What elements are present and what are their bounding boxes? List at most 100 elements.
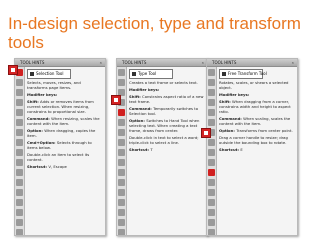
- toolbox-tool-icon[interactable]: [208, 209, 215, 216]
- toolbox-tool-icon[interactable]: [208, 189, 215, 196]
- modifier-label: Option:: [219, 128, 237, 133]
- toolbox-tool-icon[interactable]: [118, 209, 125, 216]
- toolbox-tool-icon[interactable]: [208, 99, 215, 106]
- modifier-label: Shortcut:: [219, 147, 241, 152]
- toolbox-tool-icon[interactable]: [16, 89, 23, 96]
- description-text: Double-click an item to select its conte…: [27, 152, 90, 162]
- toolbox-tool-icon[interactable]: [118, 229, 125, 235]
- modifier-label: Modifier keys:: [219, 92, 250, 97]
- tool-name: Free Transform Tool: [228, 71, 267, 76]
- type-tool-hints-panel: TOOL HINTS × Type Tool Creates a text fr…: [116, 58, 208, 236]
- description-paragraph: Drag a corner handle to resize; drag out…: [219, 135, 294, 145]
- toolbox-tool-icon[interactable]: [118, 109, 125, 116]
- toolbox-tool-icon[interactable]: [208, 69, 215, 76]
- toolbox-tool-icon[interactable]: [16, 99, 23, 106]
- free-transform-tool-hints-panel: TOOL HINTS × Free Transform Tool Rotates…: [206, 58, 298, 236]
- toolbox-tool-icon[interactable]: [16, 129, 23, 136]
- description-text: V, Escape: [48, 164, 67, 169]
- toolbox-tool-icon[interactable]: [16, 209, 23, 216]
- modifier-label: Modifier keys:: [129, 87, 160, 92]
- toolbox-tool-icon[interactable]: [118, 169, 125, 176]
- toolbox-tool-icon[interactable]: [118, 139, 125, 146]
- toolbox-tool-icon[interactable]: [118, 69, 125, 76]
- tool-name-box: Selection Tool: [27, 69, 71, 79]
- toolbox-tool-icon[interactable]: [118, 129, 125, 136]
- toolbox-tool-icon[interactable]: [16, 139, 23, 146]
- toolbox-tool-icon[interactable]: [118, 199, 125, 206]
- toolbox-tool-icon[interactable]: [118, 159, 125, 166]
- toolbox-strip: [117, 67, 127, 235]
- description-paragraph: Shortcut: V, Escape: [27, 164, 102, 169]
- description-text: Drag a corner handle to resize; drag out…: [219, 135, 288, 145]
- panel-titlebar: TOOL HINTS ×: [15, 59, 105, 67]
- description-text: Creates a text frame or selects text.: [129, 80, 198, 85]
- toolbox-tool-icon[interactable]: [16, 189, 23, 196]
- description-paragraph: Double-click in text to select a word; t…: [129, 135, 204, 145]
- description-paragraph: Creates a text frame or selects text.: [129, 80, 204, 85]
- toolbox-tool-icon[interactable]: [118, 219, 125, 226]
- type-t-icon: [132, 72, 136, 76]
- close-icon[interactable]: ×: [202, 60, 204, 65]
- panel-header: TOOL HINTS: [20, 60, 45, 65]
- selection-arrow-icon: [30, 72, 34, 76]
- toolbox-strip: [15, 67, 25, 235]
- toolbox-tool-icon[interactable]: [16, 169, 23, 176]
- close-icon[interactable]: ×: [292, 60, 294, 65]
- toolbox-tool-icon[interactable]: [208, 199, 215, 206]
- toolbox-tool-icon[interactable]: [16, 159, 23, 166]
- toolbox-tool-icon[interactable]: [208, 229, 215, 235]
- toolbox-tool-icon[interactable]: [16, 109, 23, 116]
- toolbox-tool-icon[interactable]: [208, 179, 215, 186]
- description-text: Transforms from center point.: [236, 128, 293, 133]
- description-paragraph: Selects, moves, resizes, and transforms …: [27, 80, 102, 90]
- description-paragraph: Shift: When dragging from a corner, cons…: [219, 99, 294, 114]
- description-text: Selects, moves, resizes, and transforms …: [27, 80, 81, 90]
- panel-titlebar: TOOL HINTS ×: [207, 59, 297, 67]
- tool-name: Type Tool: [138, 71, 157, 76]
- toolbox-tool-icon[interactable]: [118, 149, 125, 156]
- toolbox-tool-icon[interactable]: [16, 149, 23, 156]
- toolbox-tool-icon[interactable]: [118, 189, 125, 196]
- toolbox-tool-icon[interactable]: [208, 149, 215, 156]
- description-text: Double-click in text to select a word; t…: [129, 135, 199, 145]
- toolbox-tool-icon[interactable]: [208, 159, 215, 166]
- panel-titlebar: TOOL HINTS ×: [117, 59, 207, 67]
- tool-description: Rotates, scales, or shears a selected ob…: [219, 80, 294, 233]
- toolbox-tool-icon[interactable]: [208, 219, 215, 226]
- tool-name-box: Type Tool: [129, 69, 173, 79]
- toolbox-tool-icon[interactable]: [208, 109, 215, 116]
- toolbox-tool-icon[interactable]: [208, 119, 215, 126]
- description-paragraph: Option: When dragging, copies the item.: [27, 128, 102, 138]
- toolbox-tool-icon[interactable]: [208, 79, 215, 86]
- modifier-label: Modifier keys:: [27, 92, 58, 97]
- tool-description: Selects, moves, resizes, and transforms …: [27, 80, 102, 233]
- close-icon[interactable]: ×: [100, 60, 102, 65]
- tool-description: Creates a text frame or selects text. Mod…: [129, 80, 204, 233]
- toolbox-tool-icon[interactable]: [16, 179, 23, 186]
- tool-name: Selection Tool: [36, 71, 64, 76]
- toolbox-tool-icon[interactable]: [118, 119, 125, 126]
- toolbox-strip: [207, 67, 217, 235]
- description-paragraph: Double-click an item to select its conte…: [27, 152, 102, 162]
- free-transform-callout-icon: [201, 128, 211, 138]
- description-paragraph: Shortcut: E: [219, 147, 294, 152]
- description-text: T: [150, 147, 153, 152]
- toolbox-tool-icon[interactable]: [16, 229, 23, 235]
- toolbox-tool-icon[interactable]: [16, 199, 23, 206]
- description-paragraph: Rotates, scales, or shears a selected ob…: [219, 80, 294, 90]
- toolbox-tool-icon[interactable]: [118, 79, 125, 86]
- description-paragraph: Command: When scaling, scales the conten…: [219, 116, 294, 126]
- description-paragraph: Command: When resizing, scales the conte…: [27, 116, 102, 126]
- description-paragraph: Shift: Adds or removes items from curren…: [27, 99, 102, 114]
- toolbox-tool-icon[interactable]: [208, 139, 215, 146]
- slide-title: In-design selection, type and transform …: [8, 14, 301, 52]
- toolbox-tool-icon[interactable]: [16, 119, 23, 126]
- description-paragraph: Option: Switches to Hand Tool when selec…: [129, 118, 204, 133]
- toolbox-tool-icon[interactable]: [208, 89, 215, 96]
- toolbox-tool-icon[interactable]: [16, 219, 23, 226]
- toolbox-tool-icon[interactable]: [208, 169, 215, 176]
- toolbox-tool-icon[interactable]: [16, 79, 23, 86]
- tool-name-box: Free Transform Tool: [219, 69, 267, 79]
- panel-header: TOOL HINTS: [122, 60, 147, 65]
- toolbox-tool-icon[interactable]: [118, 179, 125, 186]
